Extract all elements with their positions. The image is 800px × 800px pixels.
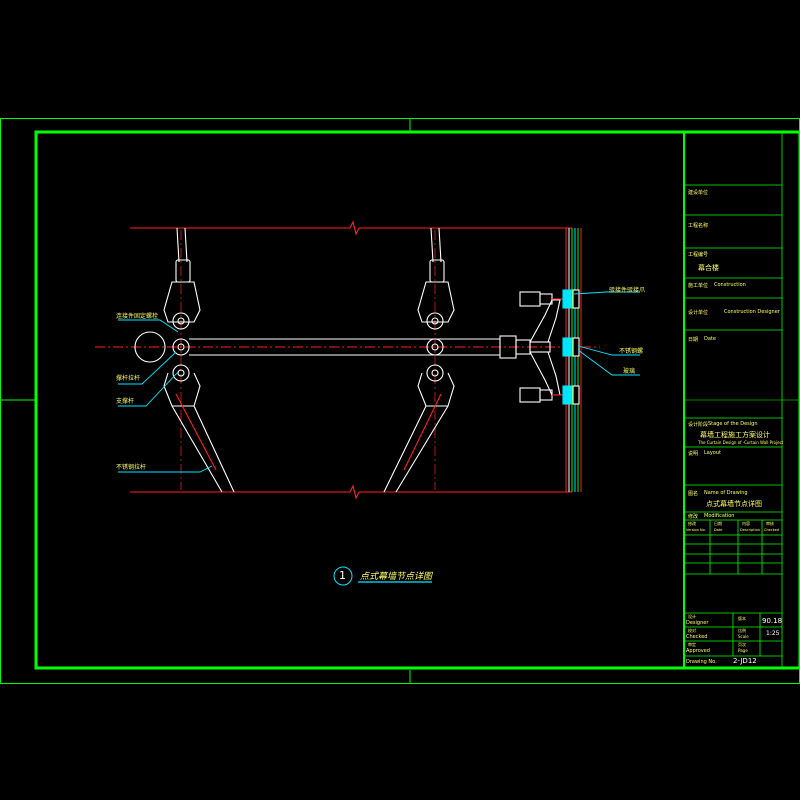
tb-drawing-no-value: 2-JD12 xyxy=(733,657,757,665)
tb-stage-en: Stage of the Design xyxy=(708,421,758,427)
callout-pin-rod: 撑杆拉杆 xyxy=(116,375,141,382)
tb-stage-sub: The Curtain Design of ·Curtain Wall Proj… xyxy=(698,440,784,445)
tb-checked-en: Checked xyxy=(686,634,708,640)
callout-connector: 连接件固定螺栓 xyxy=(116,313,159,320)
tb-mod-col-2: 内容 xyxy=(742,521,750,526)
tb-date-label: 日期 xyxy=(688,337,699,343)
tb-page-en: Page xyxy=(738,648,748,653)
tb-mod-value: Modification xyxy=(704,513,735,519)
detail-number: 1 xyxy=(339,569,346,582)
tb-stage-label: 设计阶段 xyxy=(688,422,709,428)
callout-bolt: 不锈钢螺 xyxy=(619,348,644,355)
tb-mod-col-en-3: Checked xyxy=(764,528,780,532)
tb-approved-en: Approved xyxy=(686,648,710,654)
tb-name-label: 图名 xyxy=(688,491,699,497)
tb-designer-value: Construction Designer xyxy=(724,309,780,315)
tb-designer-sig-en: Designer xyxy=(686,620,709,626)
leader-lines xyxy=(118,291,640,473)
left-truss xyxy=(134,227,235,493)
middle-truss xyxy=(383,227,455,493)
red-reference-lines xyxy=(95,220,600,500)
tb-ver-label: 版本 xyxy=(738,616,746,621)
callout-strut: 支撑杆 xyxy=(116,398,135,405)
tb-mod-col-1: 日期 xyxy=(714,521,722,526)
tb-client-label: 建设单位 xyxy=(688,190,709,196)
tb-scale-en: Scale xyxy=(738,634,749,639)
tb-construction-label: 施工单位 xyxy=(688,283,709,289)
tb-name-cn: 点式幕墙节点详图 xyxy=(706,500,762,508)
tb-mod-col-en-2: Description xyxy=(740,528,760,532)
tb-project-label: 工程名称 xyxy=(688,223,709,229)
tb-mod-label: 修改 xyxy=(688,514,699,520)
tb-project-no-label: 工程编号 xyxy=(688,252,709,258)
tb-date-value: Date xyxy=(704,336,716,342)
callout-spider: 驳接件驳接爪 xyxy=(609,287,646,294)
callout-cable: 不锈钢拉杆 xyxy=(116,464,147,471)
tb-name-en: Name of Drawing xyxy=(704,490,748,496)
tb-layout-value: Layout xyxy=(704,450,721,456)
tb-mod-col-en-1: Date xyxy=(714,528,723,532)
tb-ver-value: 90.18 xyxy=(762,617,783,625)
tb-mod-col-en-0: Version No. xyxy=(686,528,706,532)
tb-layout-label: 说明 xyxy=(688,451,699,457)
tb-drawing-no-label: Drawing No. xyxy=(686,659,717,665)
tb-project-no-value: 幕合楼 xyxy=(698,264,719,272)
tb-mod-col-0: 修改 xyxy=(688,521,696,526)
detail-title: 点式幕墙节点详图 xyxy=(360,572,433,582)
tb-construction-value: Construction xyxy=(714,282,746,288)
tb-designer-label: 设计单位 xyxy=(688,310,709,316)
tb-scale-value: 1:25 xyxy=(766,630,780,637)
glass-panels xyxy=(565,228,582,492)
tb-stage-cn: 幕墙工程施工方案设计 xyxy=(700,431,770,439)
callout-glass: 玻璃 xyxy=(623,368,636,375)
tb-mod-col-3: 审核 xyxy=(766,521,774,526)
